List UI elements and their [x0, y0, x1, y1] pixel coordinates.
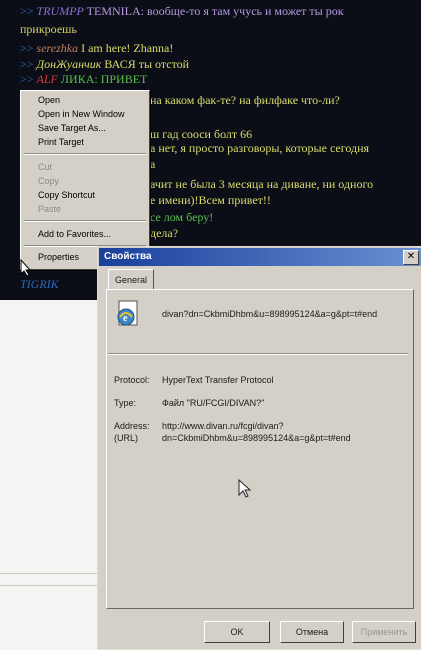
chat-nick[interactable]: ALF [37, 72, 58, 86]
chat-line: а [150, 157, 155, 172]
cancel-button-label: Отмена [295, 627, 329, 637]
chat-line-marker: >> [20, 4, 34, 18]
file-name: divan?dn=CkbmiDhbm&u=898995124&a=g&pt=t#… [162, 309, 378, 319]
chat-text: ЛИКА: ПРИВЕТ [60, 72, 148, 86]
address-value-line2: dn=CkbmiDhbm&u=898995124&a=g&pt=t#end [162, 433, 351, 443]
svg-text:e: e [123, 313, 128, 324]
mouse-pointer-icon [20, 259, 32, 277]
dialog-titlebar[interactable]: Свойства ✕ [99, 248, 421, 266]
chat-line: дела? [150, 226, 178, 241]
chat-text: е имени)!Всем привет!! [150, 193, 271, 207]
menu-item-properties[interactable]: Properties [38, 251, 79, 264]
menu-item-cut: Cut [38, 162, 53, 172]
chat-text: ачит не была 3 месяца на диване, ни одно… [150, 177, 374, 191]
menu-item-add-favorites[interactable]: Add to Favorites... [38, 228, 111, 241]
chat-line: >> TRUMPP TEMNILA: вообще-то я там учусь… [20, 4, 344, 19]
chat-line: ш гад сооси болт 66 [150, 127, 252, 142]
apply-button: Применить [352, 621, 416, 643]
menu-item-open-new-window[interactable]: Open in New Window [38, 108, 125, 121]
chat-text: дела? [150, 226, 179, 240]
menu-separator [24, 153, 146, 155]
chat-text: I am here! Zhanna! [81, 41, 174, 55]
address-label-url: (URL) [114, 433, 138, 443]
chat-line: >> ДонЖуанчик ВАСЯ ты отстой [20, 57, 189, 72]
mouse-pointer-icon [238, 479, 252, 498]
apply-button-label: Применить [360, 627, 408, 637]
menu-item-copy-shortcut[interactable]: Copy Shortcut [38, 189, 95, 202]
menu-item-print-target[interactable]: Print Target [38, 136, 84, 149]
chat-line-marker: >> [20, 72, 34, 86]
chat-text: TEMNILA: вообще-то я там учусь и может т… [86, 4, 344, 18]
chat-nick[interactable]: TRUMPP [37, 4, 84, 18]
page-rule [0, 573, 100, 574]
chat-line: е имени)!Всем привет!! [150, 193, 271, 208]
chat-line: на каком фак-те? на филфаке что-ли? [150, 93, 340, 108]
protocol-label: Protocol: [114, 375, 150, 385]
chat-text: се лом беру! [150, 210, 214, 224]
chat-line: >> serezhka I am here! Zhanna! [20, 41, 173, 56]
menu-item-paste: Paste [38, 204, 62, 214]
page-rule [0, 585, 100, 586]
dialog-title: Свойства [104, 251, 152, 262]
chat-line: TIGRIK [20, 277, 59, 292]
general-panel [106, 289, 414, 609]
chat-text: ВАСЯ ты отстой [104, 57, 190, 71]
tab-general[interactable]: General [108, 269, 154, 290]
tab-general-label: General [114, 275, 148, 285]
chat-nick[interactable]: ДонЖуанчик [37, 57, 102, 71]
chat-text: прикроешь [20, 22, 77, 36]
menu-item-save-target[interactable]: Save Target As... [38, 122, 106, 135]
internet-document-icon: e [117, 300, 138, 326]
ok-button-label: OK [230, 627, 244, 637]
chat-line-marker: >> [20, 41, 34, 55]
chat-line: се лом беру! [150, 210, 213, 225]
chat-nick[interactable]: TIGRIK [20, 277, 59, 291]
protocol-value: HyperText Transfer Protocol [162, 375, 274, 385]
chat-nick[interactable]: serezhka [37, 41, 79, 55]
menu-item-open[interactable]: Open [38, 94, 60, 107]
context-menu: Open Open in New Window Save Target As..… [20, 90, 150, 270]
type-label: Type: [114, 398, 137, 408]
chat-line: а нет, я просто разговоры, которые сегод… [150, 141, 369, 156]
chat-text: ш гад сооси болт 66 [150, 127, 253, 141]
chat-line: ачит не была 3 месяца на диване, ни одно… [150, 177, 373, 192]
chat-line-marker: >> [20, 57, 34, 71]
type-value: Файл "RU/FCGI/DIVAN?" [162, 398, 265, 408]
menu-item-copy: Copy [38, 176, 60, 186]
cancel-button[interactable]: Отмена [280, 621, 344, 643]
address-value-line1: http://www.divan.ru/fcgi/divan? [162, 421, 284, 431]
chat-text: а [150, 157, 156, 171]
chat-line: прикроешь [20, 22, 77, 37]
properties-dialog: Свойства ✕ General e divan?dn=CkbmiDhbm&… [97, 246, 421, 650]
ok-button[interactable]: OK [204, 621, 270, 643]
chat-line: >> ALF ЛИКА: ПРИВЕТ [20, 72, 147, 87]
close-button[interactable]: ✕ [403, 250, 419, 265]
close-icon: ✕ [406, 251, 416, 262]
menu-separator [24, 220, 146, 222]
chat-text: на каком фак-те? на филфаке что-ли? [150, 93, 340, 107]
chat-text: а нет, я просто разговоры, которые сегод… [150, 141, 370, 155]
address-label: Address: [114, 421, 150, 431]
divider [108, 353, 408, 355]
